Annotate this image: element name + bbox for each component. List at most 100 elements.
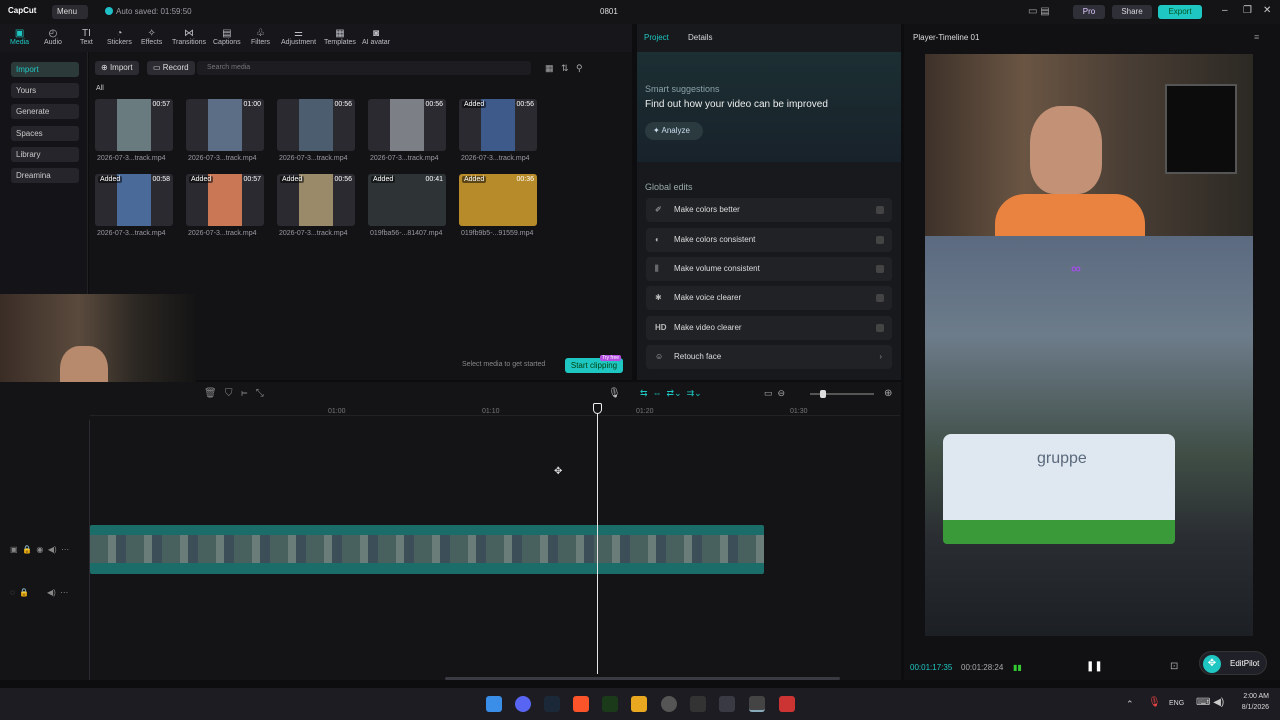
tray-chevron-icon[interactable]: ⌃ [1126,699,1134,710]
discord-icon[interactable] [515,696,531,712]
capcut-active-icon[interactable] [749,696,765,712]
media-thumbnail[interactable]: 00:56 Added [277,174,355,226]
media-thumbnail[interactable]: 01:00 [186,99,264,151]
toggle-checkbox[interactable] [876,324,884,332]
video-track-controls[interactable]: ▣ 🔒 ◉ ◀) ⋯ [10,545,69,554]
tab-project[interactable]: Project [644,33,669,42]
playhead[interactable] [597,404,598,674]
orange-shirt [995,194,1145,236]
minimize-icon[interactable]: – [1222,5,1228,16]
clock-time[interactable]: 2:00 AM [1237,693,1269,700]
editpilot-extension[interactable]: ✥ EditPilot [1199,651,1267,675]
view-options-icon[interactable]: ▦ ⇅ ⚲ [545,63,583,74]
media-thumbnail[interactable]: 00:36 Added [459,174,537,226]
player-menu-icon[interactable]: ≡ [1254,32,1259,42]
search-input[interactable]: Search media [197,61,531,75]
tool-media[interactable]: ▣ Media [10,28,29,46]
truck-logo-text: gruppe [1037,450,1087,467]
smart-suggestions-subtitle: Find out how your video can be improved [645,99,828,110]
crop-icon[interactable]: ⊡ [1170,661,1178,672]
record-button[interactable]: ▭ Record [147,61,195,75]
clip-duration: 00:56 [334,176,352,183]
media-thumbnail[interactable]: 00:41 Added [368,174,446,226]
edit-make-voice-clearer[interactable]: ✱ Make voice clearer [646,286,892,310]
analyze-button[interactable]: ✦ Analyze [645,122,703,140]
tool-filters[interactable]: ♧ Filters [251,28,270,46]
media-thumbnail[interactable]: 00:56 Added [459,99,537,151]
edit-make-video-clearer[interactable]: HD Make video clearer [646,316,892,340]
media-thumbnail[interactable]: 00:57 Added [186,174,264,226]
tool-audio[interactable]: ◴ Audio [44,28,62,46]
toggle-checkbox[interactable] [876,206,884,214]
toggle-checkbox[interactable] [876,294,884,302]
capcut-icon[interactable] [690,696,706,712]
playhead-handle[interactable] [593,403,602,414]
snap-tools-icon[interactable]: ⇆ ⇔ ⇄⌄ ⇉⌄ [640,388,702,399]
mic-tray-icon[interactable]: 🎙 [1148,697,1161,708]
media-filename: 2026-07-3...track.mp4 [188,155,257,162]
toggle-checkbox[interactable] [876,236,884,244]
media-icon: ▣ [14,28,25,39]
tool-templates[interactable]: ▦ Templates [324,28,356,46]
export-button[interactable]: Export [1158,5,1202,19]
zoom-out-icon[interactable]: ▭ ⊖ [764,388,785,399]
media-thumbnail[interactable]: 00:56 [368,99,446,151]
import-button[interactable]: ⊕ Import [95,61,139,75]
close-icon[interactable]: ✕ [1263,5,1271,16]
global-edits-title: Global edits [645,182,693,192]
sidebar-item-generate[interactable]: Generate [11,104,79,119]
zoom-in-icon[interactable]: ⊕ [884,388,892,399]
brave-icon[interactable] [573,696,589,712]
video-clip[interactable] [90,525,764,574]
steam-icon[interactable] [544,696,560,712]
timeline-tools-icon[interactable]: 🗑 ⛉ ⊢ ⤡ [204,388,264,399]
thumbnail-image [208,174,242,226]
rockstar-icon[interactable] [631,696,647,712]
maximize-icon[interactable]: ❐ [1243,5,1252,16]
media-thumbnail[interactable]: 00:58 Added [95,174,173,226]
share-button[interactable]: Share [1112,5,1152,19]
tool-ai-avatar[interactable]: ◙ AI avatar [362,28,390,46]
tool-text[interactable]: TI Text [80,28,93,46]
windows-start-icon[interactable] [486,696,502,712]
sidebar-item-library[interactable]: Library [11,147,79,162]
tool-transitions[interactable]: ⋈ Transitions [172,28,206,46]
audio-track-controls[interactable]: ◌ 🔒 ◀) ⋯ [10,588,68,597]
tool-captions[interactable]: ▤ Captions [213,28,241,46]
nvidia-icon[interactable] [602,696,618,712]
sidebar-item-yours[interactable]: Yours [11,83,79,98]
timeline-scrollbar[interactable] [445,677,840,680]
thumbnail-image [299,174,333,226]
all-filter-label[interactable]: All [96,85,104,92]
zoom-slider[interactable] [810,390,874,398]
obs-icon[interactable] [661,696,677,712]
sidebar-item-import[interactable]: Import [11,62,79,77]
media-thumbnail[interactable]: 00:56 [277,99,355,151]
layout-icon[interactable]: ▭ ▤ [1028,6,1050,17]
edit-retouch-face[interactable]: ☺ Retouch face › [646,345,892,369]
pro-button[interactable]: Pro [1073,5,1105,19]
sidebar-item-dreamina[interactable]: Dreamina [11,168,79,183]
zoom-slider-thumb[interactable] [820,390,826,398]
voicemeeter-icon[interactable] [779,696,795,712]
clip-duration: 01:00 [243,101,261,108]
tool-effects[interactable]: ✧ Effects [141,28,162,46]
language-indicator[interactable]: ENG [1169,700,1184,707]
clock-date[interactable]: 8/1/2026 [1233,704,1269,711]
thumbnail-image [390,99,424,151]
edit-make-colors-consistent[interactable]: ◐ Make colors consistent [646,228,892,252]
pause-button[interactable]: ❚❚ [1086,661,1103,672]
ruler-tick: 01:20 [636,408,654,415]
tool-stickers[interactable]: ◔ Stickers [107,28,132,46]
apps-grid-icon[interactable] [719,696,735,712]
tool-adjustment[interactable]: ⚌ Adjustment [281,28,316,46]
network-volume-icon[interactable]: ⌨ ◀) [1196,697,1224,708]
tab-details[interactable]: Details [688,33,712,42]
media-thumbnail[interactable]: 00:57 [95,99,173,151]
microphone-icon[interactable]: 🎙 [608,388,621,399]
edit-make-volume-consistent[interactable]: ⫼ Make volume consistent [646,257,892,281]
menu-button[interactable]: Menu [52,5,88,19]
sidebar-item-spaces[interactable]: Spaces [11,126,79,141]
toggle-checkbox[interactable] [876,265,884,273]
edit-make-colors-better[interactable]: ✐ Make colors better [646,198,892,222]
